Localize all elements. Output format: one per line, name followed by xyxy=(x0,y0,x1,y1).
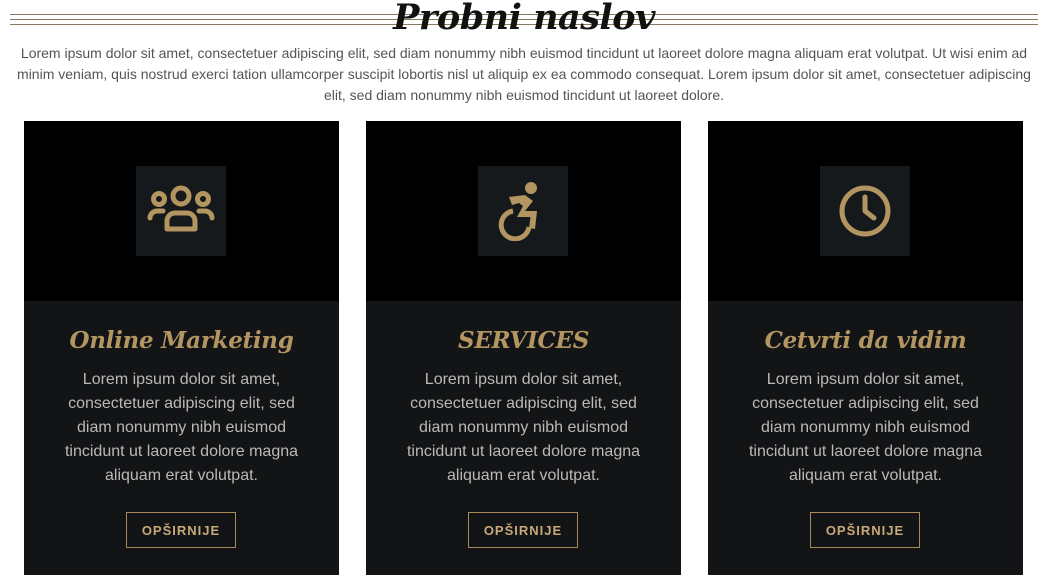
users-group-icon xyxy=(147,185,215,232)
read-more-button[interactable]: OPŠIRNIJE xyxy=(468,512,578,548)
card-title: Cetvrti da vidim xyxy=(764,327,967,354)
clock-icon xyxy=(839,185,891,237)
card-title: SERVICES xyxy=(457,327,590,354)
accessible-wheelchair-icon xyxy=(498,182,537,241)
feature-card-services: SERVICES Lorem ipsum dolor sit amet, con… xyxy=(366,121,681,575)
intro-paragraph: Lorem ipsum dolor sit amet, consectetuer… xyxy=(17,45,1031,103)
card-icon-tile xyxy=(478,166,568,256)
card-icon-tile xyxy=(820,166,910,256)
card-description: Lorem ipsum dolor sit amet, consectetuer… xyxy=(406,371,641,484)
card-header-area xyxy=(708,121,1023,301)
section-heading: Probni naslov xyxy=(10,0,1038,42)
page-title: Probni naslov xyxy=(10,0,1038,39)
read-more-button[interactable]: OPŠIRNIJE xyxy=(126,512,236,548)
feature-card-cetvrti-da-vidim: Cetvrti da vidim Lorem ipsum dolor sit a… xyxy=(708,121,1023,575)
card-header-area xyxy=(366,121,681,301)
card-title: Online Marketing xyxy=(69,327,294,354)
read-more-button[interactable]: OPŠIRNIJE xyxy=(810,512,920,548)
page-title-text: Probni naslov xyxy=(393,0,655,38)
card-description: Lorem ipsum dolor sit amet, consectetuer… xyxy=(64,371,299,484)
card-icon-tile xyxy=(136,166,226,256)
card-description: Lorem ipsum dolor sit amet, consectetuer… xyxy=(748,371,983,484)
feature-card-online-marketing: Online Marketing Lorem ipsum dolor sit a… xyxy=(24,121,339,575)
card-header-area xyxy=(24,121,339,301)
